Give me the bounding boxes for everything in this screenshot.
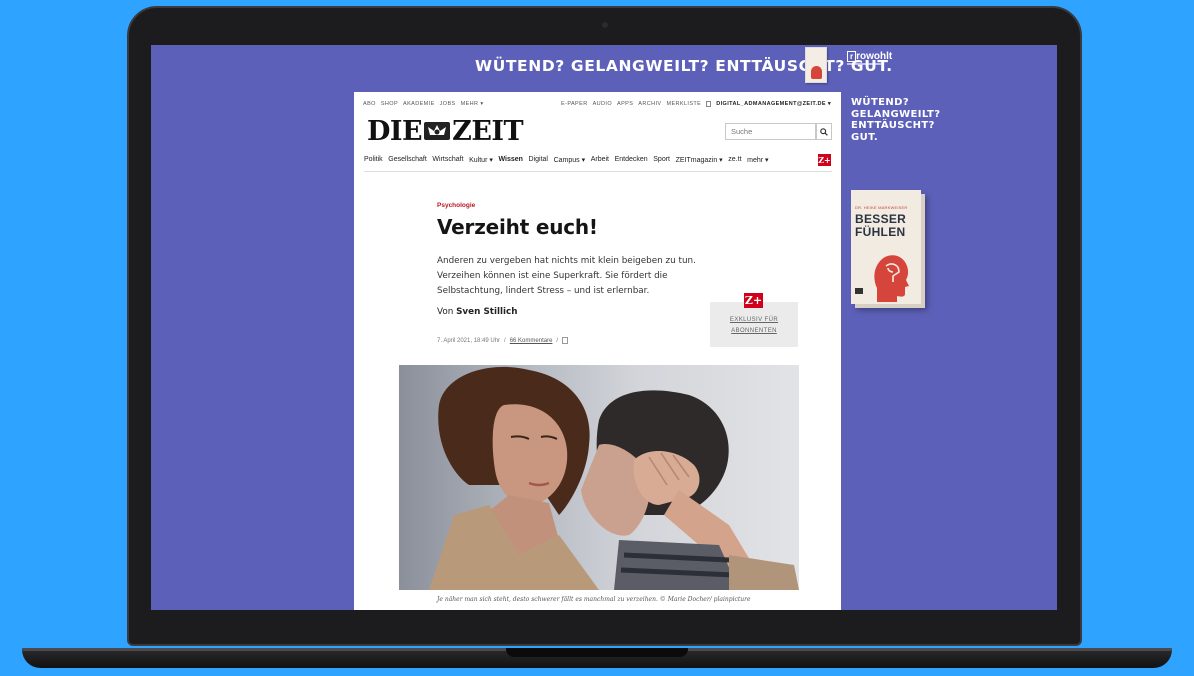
- nav-item-politik[interactable]: Politik: [364, 156, 383, 172]
- nav-item-wissen[interactable]: Wissen: [498, 156, 523, 172]
- bookmark-icon[interactable]: [562, 337, 569, 344]
- nav-item-entdecken[interactable]: Entdecken: [615, 156, 648, 172]
- util-link-mehr[interactable]: MEHR ▾: [461, 101, 484, 107]
- webcam-icon: [602, 22, 608, 28]
- nav-divider: [364, 171, 832, 172]
- article-date: 7. April 2021, 18:49 Uhr: [437, 337, 501, 344]
- laptop-screen: WÜTEND? GELANGWEILT? ENTTÄUSCHT? GUT. rr…: [151, 45, 1057, 610]
- util-link-shop[interactable]: SHOP: [381, 101, 398, 107]
- nav-item-zett[interactable]: ze.tt: [728, 156, 741, 172]
- top-banner-ad[interactable]: WÜTEND? GELANGWEILT? ENTTÄUSCHT? GUT. rr…: [151, 45, 1057, 89]
- nav-item-digital[interactable]: Digital: [529, 156, 548, 172]
- zeit-logo[interactable]: DIE ZEIT: [367, 116, 524, 147]
- article-kicker[interactable]: Psychologie: [437, 202, 475, 209]
- nav-item-campus[interactable]: Campus ▾: [554, 156, 586, 172]
- book-author: DR. HEIKE MARKWEISER: [855, 205, 908, 210]
- article-byline: Von Sven Stillich: [437, 307, 518, 317]
- exclusive-badge[interactable]: Z+ EXKLUSIV FÜR ABONNENTEN: [710, 293, 798, 347]
- laptop-hinge-notch: [506, 648, 688, 657]
- nav-item-kultur[interactable]: Kultur ▾: [469, 156, 493, 172]
- util-link-akademie[interactable]: AKADEMIE: [403, 101, 435, 107]
- exclusive-line2: ABONNENTEN: [731, 328, 777, 334]
- account-menu[interactable]: DIGITAL_ADMANAGEMENT@ZEIT.DE ▾: [716, 101, 831, 107]
- article-headline: Verzeiht euch!: [437, 215, 598, 239]
- byline-prefix: Von: [437, 307, 454, 317]
- nav-item-arbeit[interactable]: Arbeit: [591, 156, 609, 172]
- nav-item-gesellschaft[interactable]: Gesellschaft: [388, 156, 427, 172]
- bookmark-icon[interactable]: [706, 101, 712, 107]
- book-publisher-icon: [855, 288, 863, 294]
- nav-item-zeitmagazin[interactable]: ZEITmagazin ▾: [676, 156, 723, 172]
- book-title-line2: FÜHLEN: [855, 225, 906, 239]
- head-silhouette-icon: [874, 255, 909, 302]
- main-nav: Politik Gesellschaft Wirtschaft Kultur ▾…: [364, 156, 832, 172]
- author-link[interactable]: Sven Stillich: [456, 307, 517, 317]
- util-link-merkliste[interactable]: MERKLISTE: [666, 101, 701, 107]
- util-link-epaper[interactable]: E-PAPER: [561, 101, 588, 107]
- exclusive-line1: EXKLUSIV FÜR: [729, 317, 779, 323]
- side-ad-line: GELANGWEILT?: [851, 108, 941, 120]
- search-button[interactable]: [816, 123, 832, 140]
- nav-item-wirtschaft[interactable]: Wirtschaft: [432, 156, 463, 172]
- utility-nav-right: E-PAPER AUDIO APPS ARCHIV MERKLISTE DIGI…: [561, 101, 831, 107]
- search-icon: [820, 127, 828, 136]
- util-link-audio[interactable]: AUDIO: [593, 101, 612, 107]
- util-link-archiv[interactable]: ARCHIV: [638, 101, 661, 107]
- logo-text-zeit: ZEIT: [452, 116, 524, 147]
- image-caption: Je näher man sich steht, desto schwerer …: [437, 596, 751, 603]
- banner-ad-text: WÜTEND? GELANGWEILT? ENTTÄUSCHT? GUT.: [475, 57, 893, 75]
- publisher-logo: r rowohlt: [847, 51, 892, 62]
- article-teaser: Anderen zu vergeben hat nichts mit klein…: [437, 256, 696, 296]
- util-link-apps[interactable]: APPS: [617, 101, 633, 107]
- article-meta: 7. April 2021, 18:49 Uhr / 66 Kommentare…: [437, 337, 569, 344]
- utility-nav-left: ABO SHOP AKADEMIE JOBS MEHR ▾: [363, 101, 484, 107]
- nav-item-sport[interactable]: Sport: [653, 156, 670, 172]
- logo-text-die: DIE: [367, 116, 423, 147]
- side-ad-line: WÜTEND?: [851, 97, 910, 108]
- util-link-abo[interactable]: ABO: [363, 101, 376, 107]
- side-ad-book-cover[interactable]: DR. HEIKE MARKWEISER BESSER FÜHLEN: [851, 190, 921, 304]
- publisher-tagline: [847, 63, 881, 65]
- zeit-article-page: ABO SHOP AKADEMIE JOBS MEHR ▾ E-PAPER AU…: [354, 92, 841, 610]
- embracing-couple-image: [429, 366, 799, 590]
- side-ad-line: ENTTÄUSCHT?: [851, 120, 935, 131]
- util-link-jobs[interactable]: JOBS: [440, 101, 456, 107]
- search-input[interactable]: Suche: [725, 123, 816, 140]
- zplus-nav-button[interactable]: Z+: [818, 154, 831, 166]
- publisher-name: rowohlt: [856, 51, 893, 62]
- meta-separator: /: [556, 337, 559, 344]
- comments-link[interactable]: 66 Kommentare: [510, 338, 553, 344]
- eagle-emblem-icon: [424, 122, 451, 140]
- nav-item-mehr[interactable]: mehr ▾: [747, 156, 768, 172]
- book-subtitle: [855, 240, 885, 246]
- banner-book-cover-icon: [805, 47, 827, 83]
- side-ad-line: GUT.: [851, 131, 879, 143]
- meta-separator: /: [504, 337, 506, 344]
- exclusive-text: EXKLUSIV FÜR ABONNENTEN: [710, 315, 798, 337]
- article-hero-image: [399, 365, 799, 590]
- side-ad-text[interactable]: WÜTEND? GELANGWEILT? ENTTÄUSCHT? GUT.: [851, 97, 961, 143]
- book-title-line1: BESSER: [855, 212, 907, 226]
- zplus-icon: Z+: [744, 293, 763, 308]
